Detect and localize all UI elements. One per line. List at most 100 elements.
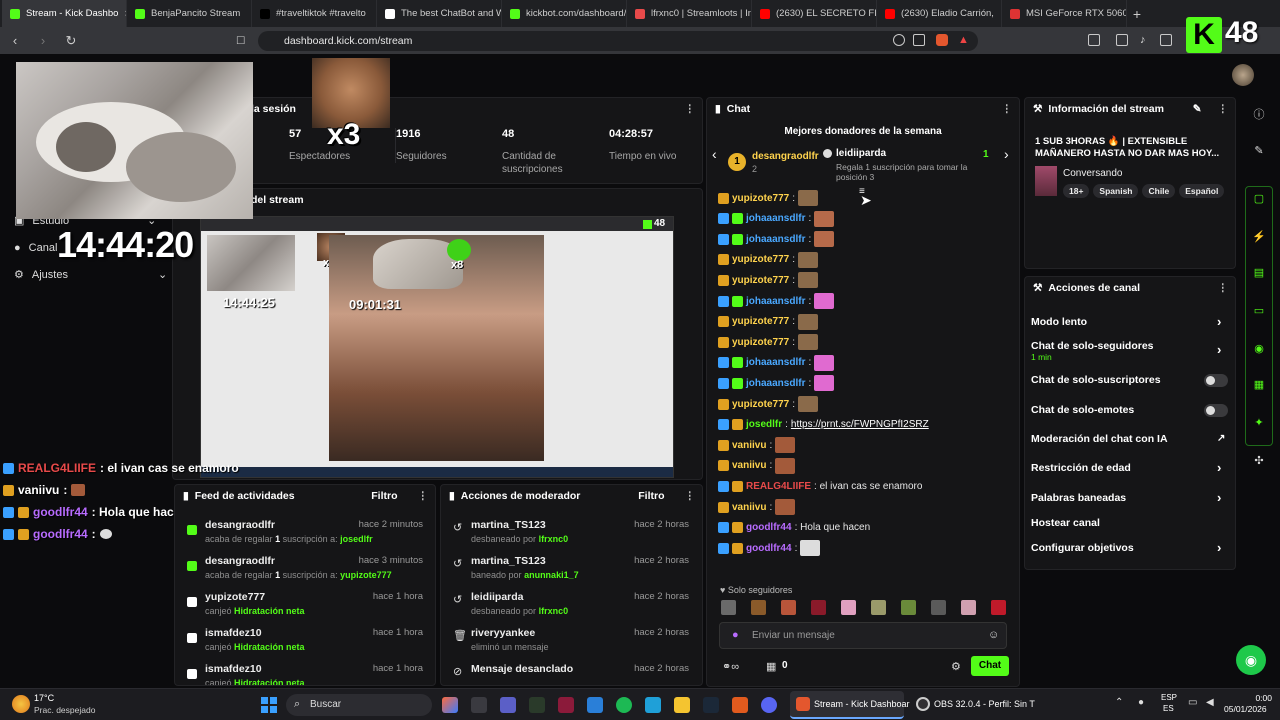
bookmark-icon[interactable]: ☐ [236, 31, 245, 51]
more-icon[interactable]: ⋮ [1002, 103, 1012, 115]
tray-chevron-icon[interactable]: ⌃ [1115, 697, 1123, 708]
mod-action-target[interactable]: lfrxnc0 [539, 534, 569, 544]
forward-icon[interactable]: › [36, 33, 50, 48]
send-chat-button[interactable]: Chat [971, 656, 1009, 676]
mod-action-item[interactable]: ↺ leidiiparda hace 2 horas desbaneado por l… [441, 591, 699, 625]
channel-action-label[interactable]: Moderación del chat con IA [1031, 433, 1168, 445]
support-button[interactable]: ◉ [1236, 645, 1266, 675]
follower-avatar[interactable] [961, 600, 976, 615]
chat-settings-icon[interactable]: ⚙ [951, 660, 961, 673]
chat-message[interactable]: johaaansdlfr: [718, 354, 835, 372]
more-icon[interactable]: ⋮ [1218, 282, 1228, 294]
filter-button[interactable]: Filtro [638, 490, 664, 502]
broadcast-icon[interactable]: ◉ [1250, 340, 1268, 358]
clip-icon[interactable]: ▢ [1250, 190, 1268, 208]
mod-action-item[interactable]: ↺ martina_TS123 hace 2 horas baneado por an… [441, 555, 699, 589]
chat-message[interactable]: yupizote777: [718, 333, 819, 351]
tag-chip[interactable]: 18+ [1063, 184, 1090, 198]
mod-action-user[interactable]: Mensaje desanclado [471, 663, 573, 675]
chevron-right-icon[interactable]: › [1217, 490, 1221, 505]
browser-tab[interactable]: Stream - Kick Dashbo× [2, 0, 127, 27]
filter-button[interactable]: Filtro [371, 490, 397, 502]
plugins-icon[interactable]: ✣ [1250, 452, 1268, 470]
mod-action-item[interactable]: ⊘ Mensaje desanclado hace 2 horas [441, 663, 699, 685]
chat-username[interactable]: yupizote777 [732, 275, 789, 286]
chat-message[interactable]: REALG4LIIFE: el ivan cas se enamoro [718, 477, 922, 495]
extensions-icon[interactable] [1088, 34, 1100, 46]
reload-icon[interactable]: ↻ [64, 33, 78, 49]
feed-target[interactable]: Hidratación neta [234, 606, 305, 616]
mod-action-target[interactable]: lfrxnc0 [539, 606, 569, 616]
mic-icon[interactable]: ● [732, 629, 739, 641]
chat-username[interactable]: goodlfr44 [746, 522, 792, 533]
back-icon[interactable]: ‹ [8, 33, 22, 48]
mod-action-item[interactable]: 🗑 riveryyankee hace 2 horas eliminó un mens… [441, 627, 699, 661]
windows-start-icon[interactable] [261, 697, 277, 713]
weather-icon[interactable] [12, 695, 30, 713]
browser-tab[interactable]: (2630) EL SECRETO FINAL d [752, 0, 877, 27]
flash-icon[interactable]: ⚡ [1250, 228, 1268, 246]
media-icon[interactable]: ♪ [1140, 34, 1152, 46]
spotify-icon[interactable] [616, 697, 632, 713]
follower-avatar[interactable] [811, 600, 826, 615]
tool-icon[interactable]: ✦ [1250, 414, 1268, 432]
brave-rewards-icon[interactable]: ▲ [958, 34, 970, 46]
chat-username[interactable]: yupizote777 [732, 193, 789, 204]
toggle-switch[interactable] [1204, 374, 1228, 387]
share-icon[interactable] [913, 34, 925, 46]
tag-chip[interactable]: Chile [1142, 184, 1176, 198]
mod-action-user[interactable]: leidiiparda [471, 591, 524, 603]
microphone-icon[interactable]: ● [1138, 697, 1144, 708]
mod-action-user[interactable]: martina_TS123 [471, 519, 546, 531]
mod-action-user[interactable]: riveryyankee [471, 627, 535, 639]
mod-action-item[interactable]: ↺ martina_TS123 hace 2 horas desbaneado por… [441, 519, 699, 553]
more-icon[interactable]: ⋮ [685, 490, 695, 502]
chat-username[interactable]: yupizote777 [732, 399, 789, 410]
emoji-icon[interactable]: ☺ [988, 629, 999, 641]
more-icon[interactable]: ⋮ [1218, 103, 1228, 115]
follower-avatar[interactable] [841, 600, 856, 615]
chat-input[interactable]: ● Enviar un mensaje ☺ [719, 622, 1007, 649]
browser-tab[interactable]: #traveltiktok #travelto [252, 0, 377, 27]
browser-tab[interactable]: The best ChatBot and Wi [377, 0, 502, 27]
toggle-switch[interactable] [1204, 404, 1228, 417]
screenshot-icon[interactable] [1116, 34, 1128, 46]
chat-username[interactable]: josedlfr [746, 419, 782, 430]
brave-shield-icon[interactable] [936, 34, 948, 46]
chevron-right-icon[interactable]: › [1217, 314, 1221, 329]
browser-tab[interactable]: lfrxnc0 | Streamloots | Inte [627, 0, 752, 27]
nav-item-channel[interactable]: ● Canal [14, 242, 57, 254]
sidebar-icon[interactable] [1160, 34, 1172, 46]
app-icon[interactable] [529, 697, 545, 713]
chat-message[interactable]: johaaansdlfr: [718, 230, 835, 248]
chat-message[interactable]: yupizote777: [718, 189, 819, 207]
chat-message[interactable]: yupizote777: [718, 271, 819, 289]
steam-icon[interactable] [703, 697, 719, 713]
chat-username[interactable]: johaaansdlfr [746, 357, 805, 368]
chat-username[interactable]: vaniivu [732, 440, 766, 451]
task-view-icon[interactable] [471, 697, 487, 713]
chevron-right-icon[interactable]: › [1217, 540, 1221, 555]
feed-user[interactable]: desangraodlfr [205, 555, 275, 567]
browser-tab[interactable]: BenjaPancito Stream [127, 0, 252, 27]
chat-username[interactable]: REALG4LIIFE [746, 481, 811, 492]
feed-target[interactable]: josedlfr [340, 534, 373, 544]
chat-message[interactable]: yupizote777: [718, 395, 819, 413]
channel-action-label[interactable]: Configurar objetivos [1031, 542, 1134, 554]
feed-item[interactable]: ismafdez10 hace 1 hora canjeó Hidratación … [175, 627, 433, 661]
mute-icon[interactable] [893, 34, 905, 46]
chat-username[interactable]: johaaansdlfr [746, 213, 805, 224]
chat-username[interactable]: yupizote777 [732, 337, 789, 348]
language-primary[interactable]: ESP [1161, 693, 1177, 702]
chat-message[interactable]: josedlfr: https://prnt.sc/FWPNGPfI2SRZ [718, 416, 929, 434]
chat-message[interactable]: vaniivu: [718, 498, 796, 516]
mod-action-target[interactable]: anunnaki1_7 [524, 570, 579, 580]
clipboard-icon[interactable]: ▤ [1250, 264, 1268, 282]
chevron-right-icon[interactable]: › [1217, 342, 1221, 357]
folder-icon[interactable] [674, 697, 690, 713]
clock-time[interactable]: 0:00 [1228, 693, 1272, 703]
channel-action-label[interactable]: Palabras baneadas [1031, 492, 1126, 504]
taskbar-search[interactable]: ⌕ Buscar [286, 694, 432, 716]
channel-action-label[interactable]: Chat de solo-seguidores [1031, 340, 1154, 352]
layout-icon[interactable]: ▦ [1250, 376, 1268, 394]
